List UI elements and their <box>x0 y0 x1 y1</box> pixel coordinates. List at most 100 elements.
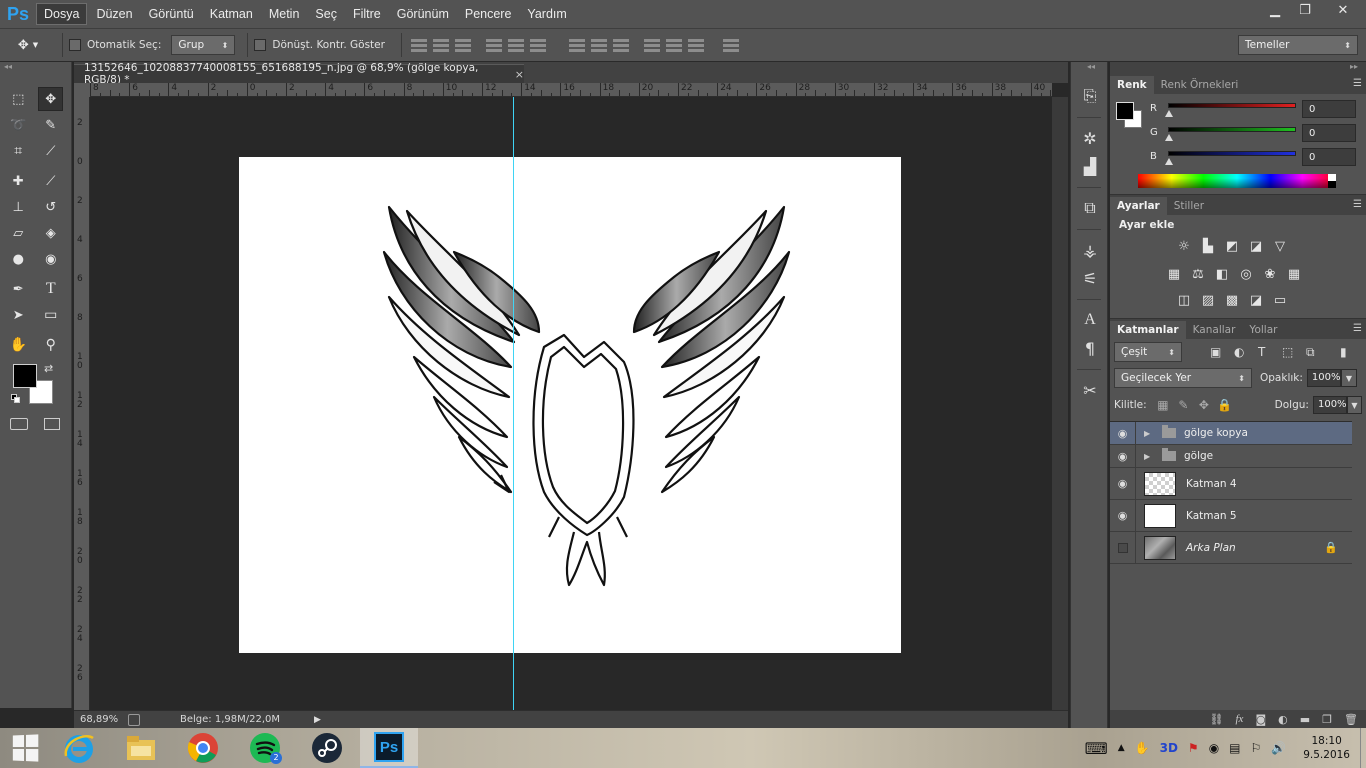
align-left-icon[interactable] <box>485 37 502 53</box>
red-slider[interactable] <box>1168 103 1296 108</box>
paint-bucket-tool-icon[interactable]: ◈ <box>39 221 64 245</box>
distribute-left-icon[interactable] <box>643 37 660 53</box>
status-menu-arrow-icon[interactable]: ▶ <box>314 715 321 725</box>
filter-toggle-icon[interactable]: ▮ <box>1340 345 1352 359</box>
panel-menu-icon[interactable]: ☰ <box>1353 323 1362 334</box>
lasso-tool-icon[interactable]: ➰ <box>6 113 31 137</box>
start-button[interactable] <box>0 728 50 768</box>
green-slider-thumb[interactable] <box>1165 134 1173 141</box>
tab-kanallar[interactable]: Kanallar <box>1186 321 1243 339</box>
vibrance-icon[interactable]: ▽ <box>1270 237 1290 255</box>
layer-style-fx-icon[interactable]: fx <box>1236 713 1244 725</box>
align-vcenter-icon[interactable] <box>432 37 449 53</box>
menu-yardim[interactable]: Yardım <box>520 4 573 24</box>
layer-row-golge-kopya[interactable]: ◉ ▶ gölge kopya <box>1110 422 1352 445</box>
layer-name[interactable]: Arka Plan <box>1186 542 1236 554</box>
align-bottom-icon[interactable] <box>454 37 471 53</box>
vertical-ruler[interactable]: 2 0 2 4 6 8 10 12 14 16 18 20 22 24 26 <box>74 97 90 710</box>
rectangle-tool-icon[interactable]: ▭ <box>39 303 64 327</box>
menu-gorunum[interactable]: Görünüm <box>390 4 456 24</box>
history-brush-tool-icon[interactable]: ↺ <box>39 195 64 219</box>
move-tool-preset-icon[interactable]: ✥ ▼ <box>0 38 56 53</box>
quick-mask-icon[interactable] <box>10 418 28 430</box>
character-panel-icon[interactable]: A <box>1071 306 1109 334</box>
tab-stiller[interactable]: Stiller <box>1167 197 1211 215</box>
auto-select-dropdown[interactable]: Grup ⬍ <box>171 35 236 55</box>
close-button[interactable]: ✕ <box>1320 0 1366 20</box>
tab-katmanlar[interactable]: Katmanlar <box>1110 321 1186 339</box>
link-layers-icon[interactable]: ⛓ <box>1210 713 1224 726</box>
histogram-panel-icon[interactable]: ▟ <box>1071 152 1109 180</box>
align-top-icon[interactable] <box>410 37 427 53</box>
blur-tool-icon[interactable]: ● <box>6 247 31 271</box>
opacity-input[interactable]: 100% <box>1306 369 1341 387</box>
menu-dosya[interactable]: Dosya <box>36 3 88 25</box>
hand-tool-icon[interactable]: ✋ <box>6 333 31 357</box>
panel-menu-icon[interactable]: ☰ <box>1353 199 1362 210</box>
history-panel-icon[interactable]: ⎘ <box>1071 82 1109 110</box>
chrome-taskbar-item[interactable] <box>174 728 232 768</box>
layer-filter-dropdown[interactable]: Çeşit ⬍ <box>1114 342 1182 362</box>
black-white-icon[interactable]: ◧ <box>1212 265 1232 283</box>
blend-mode-dropdown[interactable]: Geçilecek Yer ⬍ <box>1114 368 1252 388</box>
volume-icon[interactable]: 🔊 <box>1271 741 1286 755</box>
expand-group-icon[interactable]: ▶ <box>1144 429 1156 438</box>
document-tab[interactable]: 13152646_10208837740008155_651688195_n.j… <box>74 62 524 86</box>
filter-adjustment-icon[interactable]: ◐ <box>1234 345 1246 359</box>
visibility-eye-icon[interactable]: ◉ <box>1110 445 1136 467</box>
distribute-top-icon[interactable] <box>568 37 585 53</box>
tab-ayarlar[interactable]: Ayarlar <box>1110 197 1167 215</box>
menu-sec[interactable]: Seç <box>308 4 344 24</box>
blue-slider[interactable] <box>1168 151 1296 156</box>
gradient-map-icon[interactable]: ▭ <box>1270 291 1290 309</box>
blue-slider-thumb[interactable] <box>1165 158 1173 165</box>
visibility-eye-icon[interactable]: ◉ <box>1110 422 1136 444</box>
swap-colors-icon[interactable]: ⇄ <box>44 362 53 375</box>
green-slider[interactable] <box>1168 127 1296 132</box>
dodge-tool-icon[interactable]: ◉ <box>39 247 64 271</box>
transform-controls-checkbox[interactable] <box>254 39 267 51</box>
lock-position-icon[interactable]: ✥ <box>1194 398 1215 412</box>
color-spectrum-bar[interactable] <box>1138 174 1336 188</box>
levels-icon[interactable]: ▙ <box>1198 237 1218 255</box>
black-white-ramp[interactable] <box>1328 174 1336 188</box>
vertical-guide-line[interactable] <box>513 97 514 710</box>
menu-duzen[interactable]: Düzen <box>89 4 139 24</box>
align-right-icon[interactable] <box>529 37 546 53</box>
quick-select-tool-icon[interactable]: ✎ <box>39 113 64 137</box>
action-center-icon[interactable]: ⚐ <box>1251 741 1262 755</box>
brush-tool-icon[interactable]: ⟋ <box>39 169 64 193</box>
foreground-color-swatch[interactable] <box>13 364 37 388</box>
layer-name[interactable]: gölge <box>1184 450 1213 462</box>
default-colors-icon[interactable] <box>11 394 21 404</box>
filter-type-icon[interactable]: T <box>1258 345 1270 359</box>
invert-icon[interactable]: ◫ <box>1174 291 1194 309</box>
menu-metin[interactable]: Metin <box>262 4 307 24</box>
eyedropper-tool-icon[interactable]: ⟋ <box>39 139 64 163</box>
minimize-button[interactable]: ▁ <box>1260 0 1290 20</box>
channel-mixer-icon[interactable]: ❀ <box>1260 265 1280 283</box>
color-lookup-icon[interactable]: ▦ <box>1284 265 1304 283</box>
new-group-icon[interactable]: ▬ <box>1300 713 1310 726</box>
opacity-dropdown-arrow[interactable]: ▼ <box>1340 369 1357 387</box>
restore-button[interactable]: ❐ <box>1290 0 1320 20</box>
marquee-tool-icon[interactable]: ⬚ <box>6 87 30 111</box>
tray-steam-icon[interactable]: ◉ <box>1209 741 1219 755</box>
canvas-area[interactable] <box>90 97 1052 710</box>
color-foreground-swatch[interactable] <box>1116 102 1134 120</box>
layer-row-katman-5[interactable]: ◉ Katman 5 <box>1110 500 1352 532</box>
auto-select-checkbox[interactable] <box>69 39 81 51</box>
visibility-eye-icon[interactable]: ◉ <box>1110 500 1136 531</box>
zoom-level[interactable]: 68,89% <box>74 714 128 725</box>
file-explorer-taskbar-item[interactable] <box>112 728 170 768</box>
type-tool-icon[interactable]: T <box>39 277 64 301</box>
new-layer-icon[interactable]: ❐ <box>1322 713 1332 726</box>
red-slider-thumb[interactable] <box>1165 110 1173 117</box>
close-tab-icon[interactable]: × <box>515 68 524 81</box>
lock-transparency-icon[interactable]: ▦ <box>1153 398 1174 412</box>
brightness-icon[interactable]: ☼ <box>1174 237 1194 255</box>
properties-panel-icon[interactable]: ⧉ <box>1071 194 1109 222</box>
layer-name[interactable]: Katman 5 <box>1186 510 1237 522</box>
posterize-icon[interactable]: ▨ <box>1198 291 1218 309</box>
green-value-input[interactable]: 0 <box>1302 124 1356 142</box>
